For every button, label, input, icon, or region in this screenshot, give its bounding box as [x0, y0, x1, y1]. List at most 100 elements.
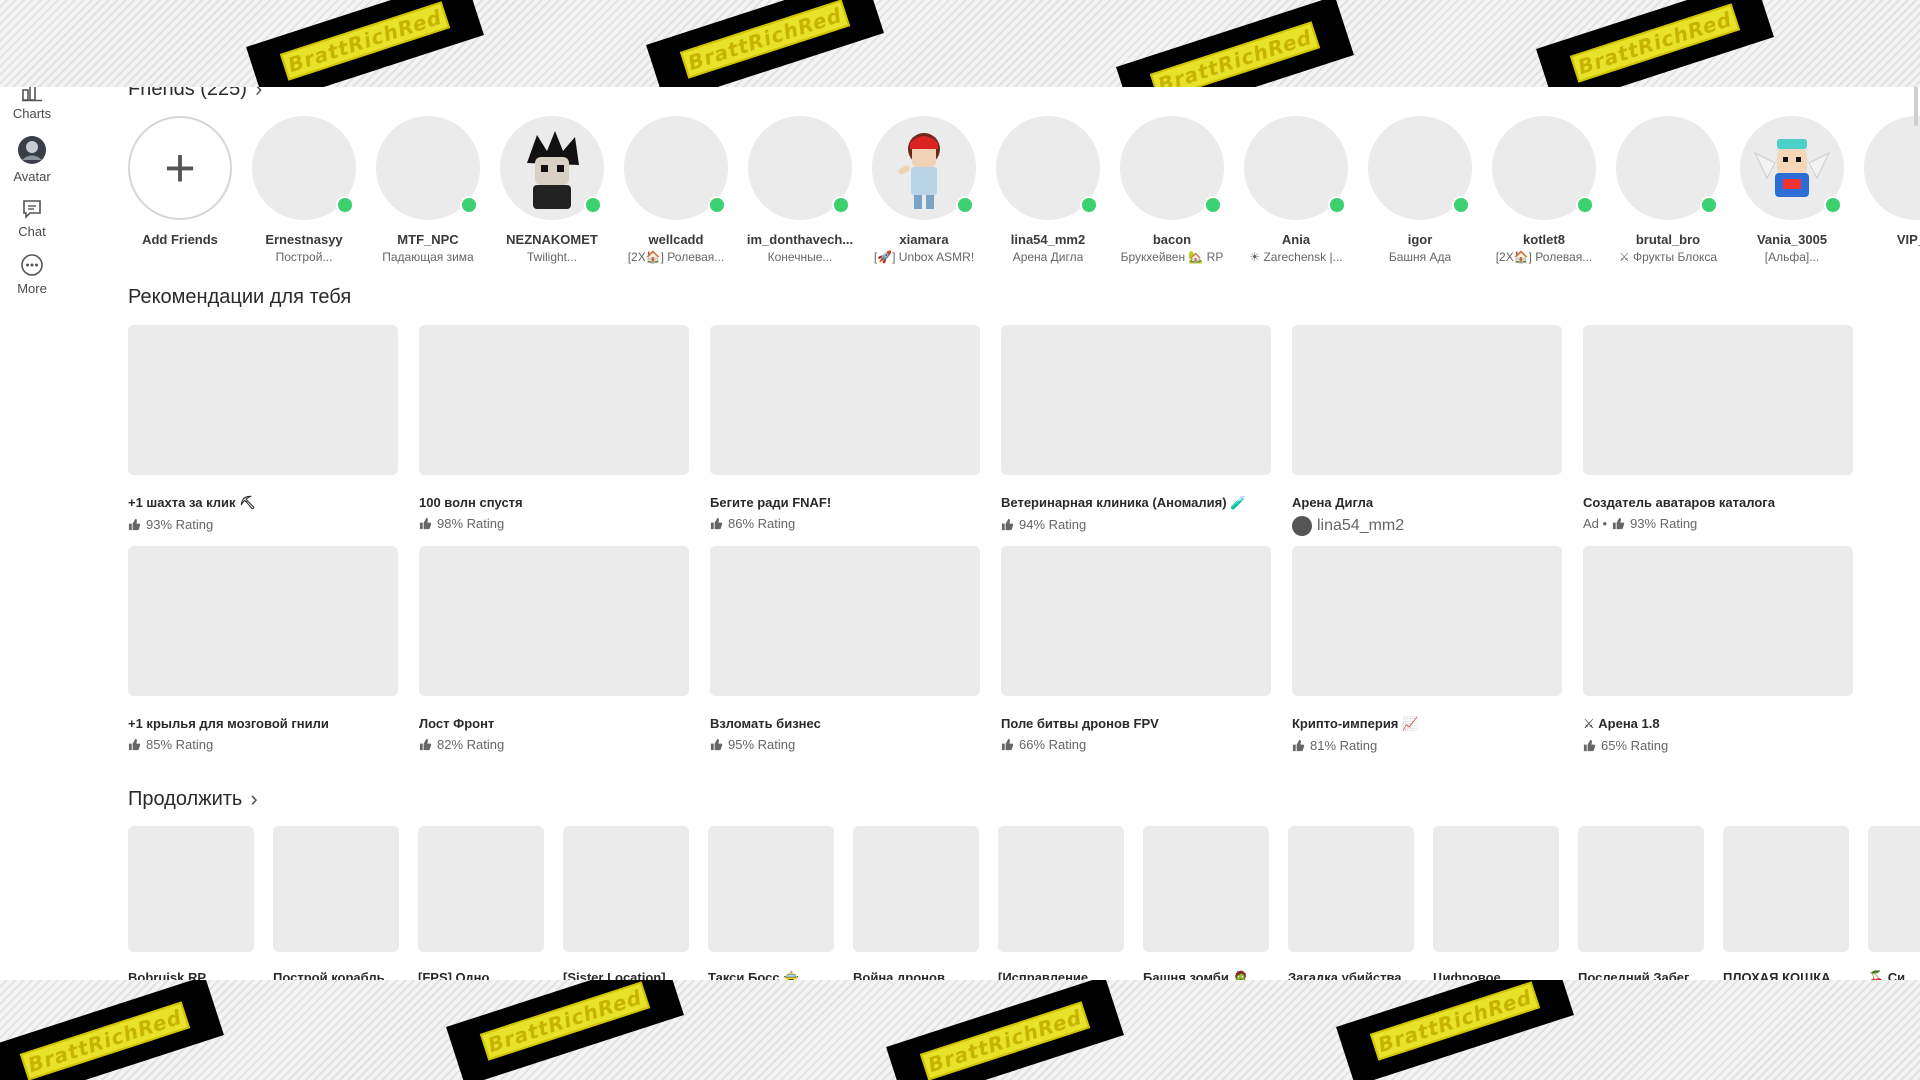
- watermark-text: BrattRichRed: [1569, 3, 1741, 83]
- thumbs-up-icon: [128, 518, 141, 531]
- friend-name: xiamara: [899, 232, 949, 247]
- friend-avatar: [376, 116, 480, 220]
- nav-avatar[interactable]: Avatar: [0, 135, 64, 184]
- friend-item[interactable]: Vania_3005 [Альфа]...: [1740, 116, 1844, 264]
- continue-header[interactable]: Продолжить ›: [128, 786, 258, 812]
- game-card[interactable]: Крипто-империя 📈 81% Rating: [1292, 546, 1562, 753]
- friend-item[interactable]: lina54_mm2 Арена Дигла: [996, 116, 1100, 264]
- friend-name: Vania_3005: [1756, 232, 1828, 247]
- friend-item[interactable]: bacon Брукхейвен 🏡 RP: [1120, 116, 1224, 264]
- watermark-stripe: BrattRichRed: [1116, 0, 1354, 87]
- continue-card[interactable]: Bobruisk RP: [128, 826, 254, 986]
- friend-item[interactable]: VIP_G: [1864, 116, 1920, 264]
- thumbs-up-icon: [1001, 518, 1014, 531]
- game-card[interactable]: +1 шахта за клик ⛏ 93% Rating: [128, 325, 398, 536]
- continue-card[interactable]: ПЛОХАЯ КОШКА: [1723, 826, 1849, 986]
- game-thumbnail: [708, 826, 834, 952]
- avatar-icon: [18, 136, 46, 164]
- game-card[interactable]: ⚔ Арена 1.8 65% Rating: [1583, 546, 1853, 753]
- continue-card[interactable]: Последний Забег: [1578, 826, 1704, 986]
- more-icon: [21, 254, 43, 276]
- rating-text: 86% Rating: [728, 516, 796, 531]
- nav-chat[interactable]: Chat: [0, 198, 64, 239]
- nav-charts[interactable]: Charts: [0, 82, 64, 121]
- game-thumbnail: [853, 826, 979, 952]
- game-thumbnail: [1001, 325, 1271, 475]
- continue-card[interactable]: [Sister Location]: [563, 826, 689, 986]
- game-rating: 93% Rating: [128, 517, 398, 532]
- add-friends-button[interactable]: + Add Friends: [128, 116, 232, 264]
- friend-item[interactable]: wellcadd [2X🏠] Ролевая...: [624, 116, 728, 264]
- game-thumbnail: [128, 325, 398, 475]
- friend-avatar: [1492, 116, 1596, 220]
- thumbs-up-icon: [710, 738, 723, 751]
- game-card[interactable]: Ветеринарная клиника (Аномалия) 🧪 94% Ra…: [1001, 325, 1271, 536]
- game-card[interactable]: 100 волн спустя 98% Rating: [419, 325, 689, 536]
- game-card[interactable]: Создатель аватаров каталога Ad • 93% Rati…: [1583, 325, 1853, 536]
- nav-charts-label: Charts: [12, 106, 52, 121]
- continue-card[interactable]: Построй корабль: [273, 826, 399, 986]
- continue-card[interactable]: Загадка убийства: [1288, 826, 1414, 986]
- rating-text: 65% Rating: [1601, 738, 1669, 753]
- friend-status: Построй...: [275, 250, 333, 264]
- thumbs-up-icon: [1001, 738, 1014, 751]
- friend-status: [2X🏠] Ролевая...: [627, 250, 725, 264]
- friend-avatar: [1616, 116, 1720, 220]
- friend-item[interactable]: kotlet8 [2X🏠] Ролевая...: [1492, 116, 1596, 264]
- watermark-text: BrattRichRed: [279, 1, 451, 81]
- friend-name: Ania: [1281, 232, 1311, 247]
- chevron-right-icon: ›: [250, 786, 258, 811]
- friend-status: [Альфа]...: [1764, 250, 1820, 264]
- nav-avatar-label: Avatar: [13, 169, 51, 184]
- friend-item[interactable]: NEZNAKOMET Twilight...: [500, 116, 604, 264]
- friend-item[interactable]: brutal_bro ⚔ Фрукты Блокса: [1616, 116, 1720, 264]
- game-thumbnail: [563, 826, 689, 952]
- watermark-stripe: BrattRichRed: [246, 0, 484, 87]
- continue-card[interactable]: Башня зомби 🧟: [1143, 826, 1269, 986]
- friend-avatar: [1864, 116, 1920, 220]
- scrollbar[interactable]: [1914, 86, 1918, 126]
- continue-card[interactable]: 🍒 Си: [1868, 826, 1920, 986]
- friend-name: bacon: [1152, 232, 1192, 247]
- friend-item[interactable]: MTF_NPC Падающая зима: [376, 116, 480, 264]
- friend-name: Ernestnasyy: [265, 232, 343, 247]
- rating-text: 66% Rating: [1019, 737, 1087, 752]
- continue-card[interactable]: Война дронов: [853, 826, 979, 986]
- game-card[interactable]: +1 крылья для мозговой гнили 85% Rating: [128, 546, 398, 753]
- game-thumbnail: [998, 826, 1124, 952]
- friend-status: ☀ Zarechensk |...: [1249, 250, 1343, 264]
- friend-name: lina54_mm2: [1010, 232, 1086, 247]
- friend-item[interactable]: Ania ☀ Zarechensk |...: [1244, 116, 1348, 264]
- recommended-row-1: +1 шахта за клик ⛏ 93% Rating 100 волн с…: [128, 325, 1853, 536]
- game-card[interactable]: Арена Дигла lina54_mm2: [1292, 325, 1562, 536]
- continue-card[interactable]: [Исправление: [998, 826, 1124, 986]
- friend-avatar: [624, 116, 728, 220]
- game-thumbnail: [1583, 325, 1853, 475]
- game-thumbnail: [419, 546, 689, 696]
- online-indicator: [832, 196, 850, 214]
- friend-item[interactable]: igor Башня Ада: [1368, 116, 1472, 264]
- friend-name: MTF_NPC: [397, 232, 459, 247]
- continue-card[interactable]: Такси Босс 🚖: [708, 826, 834, 986]
- watermark-text: BrattRichRed: [479, 981, 651, 1061]
- game-thumbnail: [1292, 325, 1562, 475]
- game-title: Создатель аватаров каталога: [1583, 495, 1775, 510]
- game-card[interactable]: Поле битвы дронов FPV 66% Rating: [1001, 546, 1271, 753]
- game-card[interactable]: Лост Фронт 82% Rating: [419, 546, 689, 753]
- game-card[interactable]: Бегите ради FNAF! 86% Rating: [710, 325, 980, 536]
- avatar-character-icon: [527, 131, 579, 209]
- friend-status: ⚔ Фрукты Блокса: [1618, 250, 1718, 264]
- nav-more[interactable]: More: [0, 253, 64, 296]
- friend-item[interactable]: im_donthavech... Конечные...: [747, 116, 853, 264]
- game-rating: 66% Rating: [1001, 737, 1271, 752]
- game-title: ⚔ Арена 1.8: [1583, 716, 1660, 731]
- rating-text: 95% Rating: [728, 737, 796, 752]
- friend-item[interactable]: Ernestnasyy Построй...: [252, 116, 356, 264]
- friend-item[interactable]: xiamara [🚀] Unbox ASMR!: [872, 116, 976, 264]
- game-title: Арена Дигла: [1292, 495, 1374, 510]
- game-card[interactable]: Взломать бизнес 95% Rating: [710, 546, 980, 753]
- overlay-band-top: BrattRichRed BrattRichRed BrattRichRed B…: [0, 0, 1920, 87]
- continue-card[interactable]: Цифровое: [1433, 826, 1559, 986]
- rating-text: 93% Rating: [1630, 516, 1698, 531]
- continue-card[interactable]: [FPS] Одно: [418, 826, 544, 986]
